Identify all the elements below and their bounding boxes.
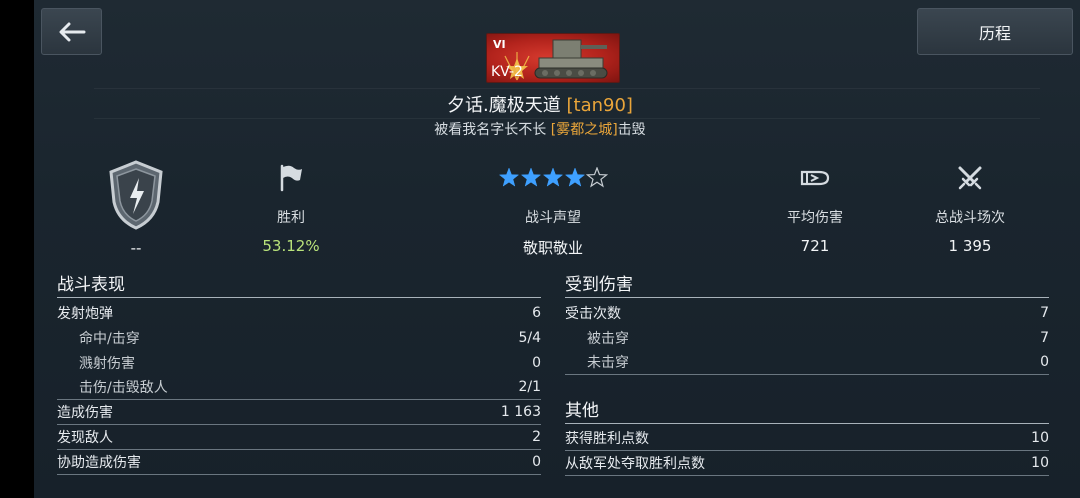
star-filled-icon (564, 167, 586, 187)
stat-row-shots: 发射炮弹 6 (57, 300, 541, 325)
damage-shell-icon (800, 170, 830, 186)
star-rating (498, 167, 608, 188)
stat-row-not-penetrated: 未击穿 0 (565, 350, 1049, 375)
player-name-line: 夕话.魔极天道 [tan90] (0, 91, 1080, 117)
section-divider (565, 297, 1049, 298)
stat-row-label: 获得胜利点数 (565, 431, 649, 447)
killer-clan: [雾都之城] (550, 122, 618, 138)
battles-stat: 总战斗场次 1 395 (890, 155, 1050, 255)
rating-shield-icon (109, 160, 163, 230)
stat-row-value: 2 (532, 429, 541, 445)
performance-title: 战斗表现 (57, 275, 125, 295)
tank-name: KV-2 (491, 64, 523, 80)
flag-icon (280, 164, 302, 192)
stat-row-value: 7 (1040, 329, 1049, 346)
rating-value: -- (130, 239, 142, 257)
stat-row-label: 发现敌人 (57, 430, 113, 446)
stat-row-label: 造成伤害 (57, 405, 113, 421)
arrow-left-icon (59, 22, 85, 41)
back-button[interactable] (41, 8, 102, 55)
tank-card[interactable]: VI KV-2 (486, 33, 620, 83)
stat-row-splash: 溅射伤害 0 (57, 350, 541, 375)
section-divider (565, 423, 1049, 424)
stat-row-spotted: 发现敌人 2 (57, 425, 541, 450)
reputation-stat: 战斗声望 敬职敬业 (473, 155, 633, 258)
killer-name: 看我名字长不长 (448, 122, 547, 138)
stat-row-label: 溅射伤害 (79, 355, 135, 372)
tank-icon (534, 39, 608, 79)
killed-by-suffix: 击毁 (617, 122, 646, 138)
background-divider (94, 88, 1040, 89)
section-divider (57, 297, 541, 298)
stat-row-value: 2/1 (518, 379, 541, 395)
tank-tier: VI (493, 38, 506, 51)
stat-row-value: 5/4 (518, 329, 541, 346)
stat-row-value: 0 (532, 354, 541, 371)
battles-label: 总战斗场次 (935, 210, 1005, 226)
stat-row-label: 未击穿 (587, 355, 629, 371)
stat-row-label: 协助造成伤害 (57, 455, 141, 471)
stat-row-label: 受击次数 (565, 305, 621, 322)
stat-row-value: 0 (532, 454, 541, 470)
star-empty-icon (585, 167, 608, 188)
reputation-value: 敬职敬业 (522, 239, 583, 257)
killed-by-prefix: 被 (434, 122, 449, 138)
stat-row-value: 0 (1040, 354, 1049, 370)
avg-damage-stat: 平均伤害 721 (735, 155, 895, 255)
stat-row-label: 发射炮弹 (57, 305, 113, 322)
player-name: 夕话.魔极天道 (447, 95, 561, 116)
stat-row-value: 1 163 (500, 404, 541, 420)
avg-damage-label: 平均伤害 (787, 210, 843, 226)
stat-row-damage-dealt: 造成伤害 1 163 (57, 400, 541, 425)
other-title: 其他 (565, 401, 599, 421)
damage-received-title: 受到伤害 (565, 275, 633, 295)
history-button[interactable]: 历程 (917, 8, 1073, 55)
performance-section: 战斗表现 发射炮弹 6 命中/击穿 5/4 溅射伤害 0 击伤/击毁敌人 2/1… (57, 274, 541, 475)
crossed-swords-icon (958, 166, 982, 190)
stat-row-victory-points: 获得胜利点数 10 (565, 426, 1049, 451)
stat-row-damaged-destroyed: 击伤/击毁敌人 2/1 (57, 375, 541, 400)
stat-row-hits: 命中/击穿 5/4 (57, 325, 541, 350)
stat-row-value: 10 (1031, 455, 1049, 471)
damage-received-section: 受到伤害 受击次数 7 被击穿 7 未击穿 0 其他 获得胜利点数 10 从敌军… (565, 274, 1049, 476)
player-clan: [tan90] (566, 95, 633, 116)
star-filled-icon (498, 167, 520, 187)
stat-row-penetrated: 被击穿 7 (565, 325, 1049, 350)
star-filled-icon (542, 167, 564, 187)
stat-row-assist: 协助造成伤害 0 (57, 450, 541, 475)
reputation-stars (473, 155, 633, 201)
battles-value: 1 395 (948, 237, 992, 255)
winrate-value: 53.12% (262, 237, 320, 255)
stat-row-value: 10 (1031, 430, 1049, 446)
winrate-label: 胜利 (277, 210, 305, 226)
stat-row-captured-points: 从敌军处夺取胜利点数 10 (565, 451, 1049, 476)
stat-row-label: 被击穿 (587, 330, 629, 347)
star-filled-icon (520, 167, 542, 187)
stat-row-label: 从敌军处夺取胜利点数 (565, 456, 705, 472)
reputation-label: 战斗声望 (525, 210, 581, 226)
winrate-stat: 胜利 53.12% (211, 155, 371, 255)
killed-by-line: 被看我名字长不长 [雾都之城]击毁 (0, 119, 1080, 139)
stat-row-label: 命中/击穿 (79, 330, 140, 347)
stat-row-value: 7 (1040, 304, 1049, 321)
stat-row-label: 击伤/击毁敌人 (79, 380, 168, 396)
avg-damage-value: 721 (800, 237, 830, 255)
stat-row-value: 6 (532, 304, 541, 321)
stat-row-hits-received: 受击次数 7 (565, 300, 1049, 325)
rating-stat: -- (56, 155, 216, 257)
